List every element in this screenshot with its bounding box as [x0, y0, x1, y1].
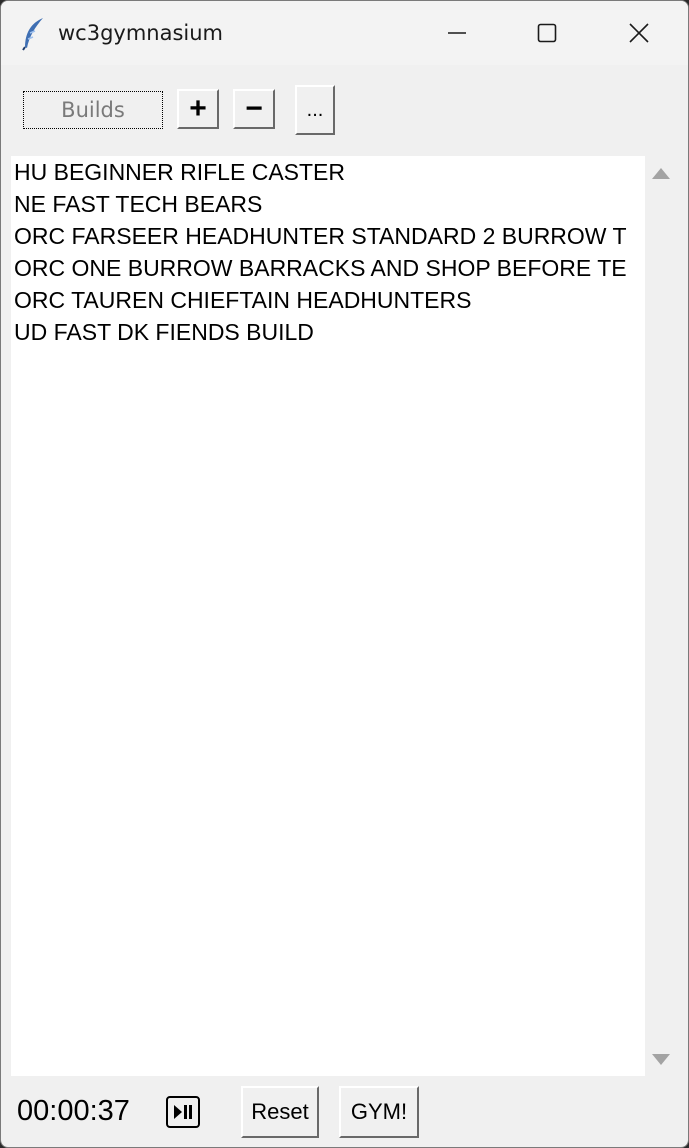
gym-button[interactable]: GYM! — [339, 1086, 419, 1138]
builds-list[interactable]: HU BEGINNER RIFLE CASTER NE FAST TECH BE… — [11, 156, 645, 1076]
list-item[interactable]: NE FAST TECH BEARS — [11, 188, 645, 220]
close-button[interactable] — [593, 1, 685, 65]
vertical-scrollbar[interactable] — [645, 156, 677, 1076]
list-item[interactable]: ORC ONE BURROW BARRACKS AND SHOP BEFORE … — [11, 252, 645, 284]
feather-icon — [22, 18, 43, 51]
minimize-button[interactable] — [411, 1, 503, 65]
remove-build-button[interactable]: − — [233, 89, 275, 129]
scroll-down-icon[interactable] — [652, 1054, 670, 1065]
maximize-button[interactable] — [501, 1, 593, 65]
play-pause-button[interactable] — [166, 1096, 200, 1128]
play-pause-icon — [174, 1105, 192, 1119]
minimize-icon — [448, 32, 466, 34]
scroll-up-icon[interactable] — [652, 168, 670, 179]
add-build-button[interactable]: + — [177, 89, 219, 129]
builds-dropdown[interactable]: Builds — [23, 91, 163, 129]
title-bar[interactable]: wc3gymnasium — [1, 1, 688, 65]
list-item[interactable]: ORC FARSEER HEADHUNTER STANDARD 2 BURROW… — [11, 220, 645, 252]
app-window: wc3gymnasium Builds + − ... HU BEGINNER … — [0, 0, 689, 1148]
list-item[interactable]: ORC TAUREN CHIEFTAIN HEADHUNTERS — [11, 284, 645, 316]
list-item[interactable]: HU BEGINNER RIFLE CASTER — [11, 156, 645, 188]
window-title: wc3gymnasium — [58, 21, 224, 45]
list-item[interactable]: UD FAST DK FIENDS BUILD — [11, 316, 645, 348]
more-options-button[interactable]: ... — [295, 85, 335, 135]
reset-button[interactable]: Reset — [241, 1086, 319, 1138]
timer-display: 00:00:37 — [17, 1095, 130, 1127]
close-icon — [629, 23, 649, 43]
maximize-icon — [537, 23, 557, 43]
